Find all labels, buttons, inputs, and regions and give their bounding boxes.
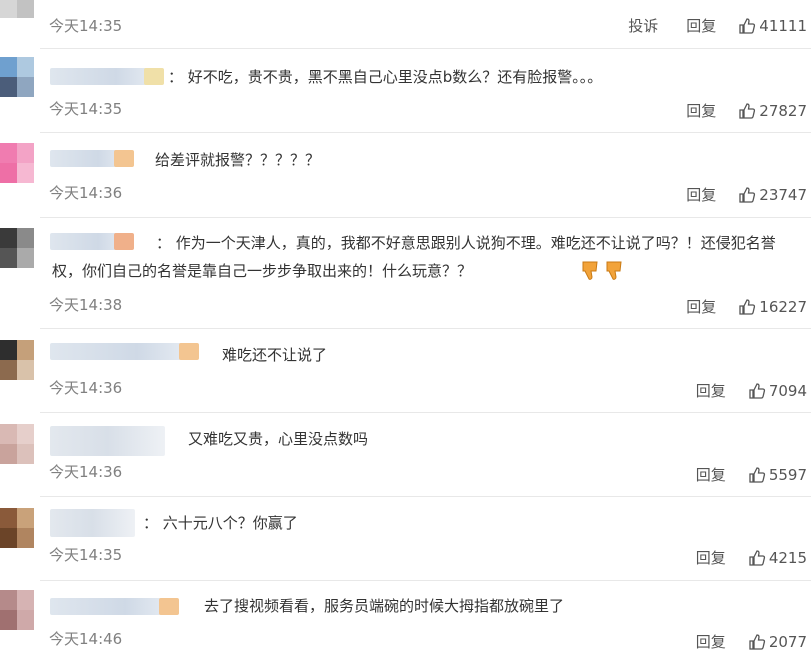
comment-time: 今天14:38 [49, 296, 123, 314]
divider [40, 48, 811, 49]
avatar[interactable] [0, 340, 34, 380]
username-blurred[interactable] [50, 598, 179, 615]
avatar[interactable] [0, 508, 34, 548]
like-count: 2077 [768, 632, 807, 651]
thumbs-up-icon [739, 102, 756, 119]
like-count: 7094 [768, 381, 807, 400]
comment-time: 今天14:46 [49, 630, 123, 648]
username-blurred[interactable] [50, 343, 199, 360]
report-button[interactable]: 投诉 [628, 15, 658, 36]
like-button[interactable]: 23747 [738, 186, 807, 204]
comment-time: 今天14:36 [49, 379, 123, 397]
reply-button[interactable]: 回复 [696, 631, 726, 652]
comment-time: 今天14:35 [49, 100, 123, 118]
thumbs-up-icon [739, 17, 756, 34]
divider [40, 580, 811, 581]
comment-time: 今天14:35 [49, 546, 123, 564]
thumbs-up-icon [739, 298, 756, 315]
like-count: 16227 [759, 297, 807, 316]
username-blurred[interactable] [50, 68, 164, 85]
comment-text: 去了搜视频看看，服务员端碗的时候大拇指都放碗里了 [204, 597, 565, 615]
like-button[interactable]: 5597 [748, 466, 807, 484]
avatar[interactable] [0, 228, 34, 268]
reply-button[interactable]: 回复 [696, 464, 726, 485]
comment-text: ： 好不吃，贵不贵，黑不黑自己心里没点b数么？还有脸报警。。。 [168, 68, 603, 86]
like-count: 5597 [768, 465, 807, 484]
thumbs-down-emoji-icon [500, 260, 622, 284]
thumbs-up-icon [749, 466, 765, 483]
thumbs-up-icon [749, 382, 765, 399]
comment-actions: 回复 5597 [668, 464, 807, 485]
comment-actions: 回复 23747 [658, 184, 807, 205]
divider [40, 217, 811, 218]
thumbs-up-icon [749, 549, 765, 566]
reply-button[interactable]: 回复 [696, 547, 726, 568]
like-count: 4215 [768, 548, 807, 567]
comment-actions: 回复 27827 [658, 100, 807, 121]
comment-text: 给差评就报警？？？？？ [155, 151, 321, 169]
divider [40, 496, 811, 497]
comment-actions: 回复 16227 [658, 296, 807, 317]
thumbs-up-icon [739, 186, 756, 203]
comment-text: 难吃还不让说了 [222, 346, 328, 364]
like-button[interactable]: 2077 [748, 633, 807, 651]
like-count: 27827 [759, 101, 807, 120]
reply-button[interactable]: 回复 [686, 15, 716, 36]
comment-actions: 回复 7094 [668, 380, 807, 401]
comment-actions: 回复 2077 [668, 631, 807, 652]
username-blurred[interactable] [50, 426, 165, 456]
comment-time: 今天14:35 [49, 17, 123, 35]
like-count: 23747 [759, 185, 807, 204]
like-button[interactable]: 16227 [738, 298, 807, 316]
reply-button[interactable]: 回复 [686, 184, 716, 205]
reply-button[interactable]: 回复 [686, 296, 716, 317]
comment-text: ： 作为一个天津人，真的，我都不好意思跟别人说狗不理。难吃还不让说了吗？！还侵犯… [52, 229, 802, 285]
like-button[interactable]: 41111 [738, 17, 807, 35]
reply-button[interactable]: 回复 [686, 100, 716, 121]
avatar[interactable] [0, 57, 34, 97]
like-button[interactable]: 7094 [748, 382, 807, 400]
comment-text: 又难吃又贵，心里没点数吗 [188, 430, 369, 448]
like-button[interactable]: 4215 [748, 549, 807, 567]
comment-text-content: ： 作为一个天津人，真的，我都不好意思跟别人说狗不理。难吃还不让说了吗？！还侵犯… [52, 234, 776, 280]
thumbs-up-icon [749, 633, 765, 650]
username-blurred[interactable] [50, 150, 134, 167]
comment-actions: 投诉 回复 41111 [600, 15, 807, 36]
comment-time: 今天14:36 [49, 463, 123, 481]
comment-time: 今天14:36 [49, 184, 123, 202]
divider [40, 328, 811, 329]
reply-button[interactable]: 回复 [696, 380, 726, 401]
like-button[interactable]: 27827 [738, 102, 807, 120]
divider [40, 132, 811, 133]
divider [40, 412, 811, 413]
username-blurred[interactable] [50, 509, 135, 537]
avatar[interactable] [0, 590, 34, 630]
thumbs-down-emoji-icon [476, 260, 598, 284]
avatar[interactable] [0, 0, 34, 18]
avatar[interactable] [0, 143, 34, 183]
avatar[interactable] [0, 424, 34, 464]
comment-actions: 回复 4215 [668, 547, 807, 568]
like-count: 41111 [759, 16, 807, 35]
comment-text: ： 六十元八个？你赢了 [143, 514, 298, 532]
